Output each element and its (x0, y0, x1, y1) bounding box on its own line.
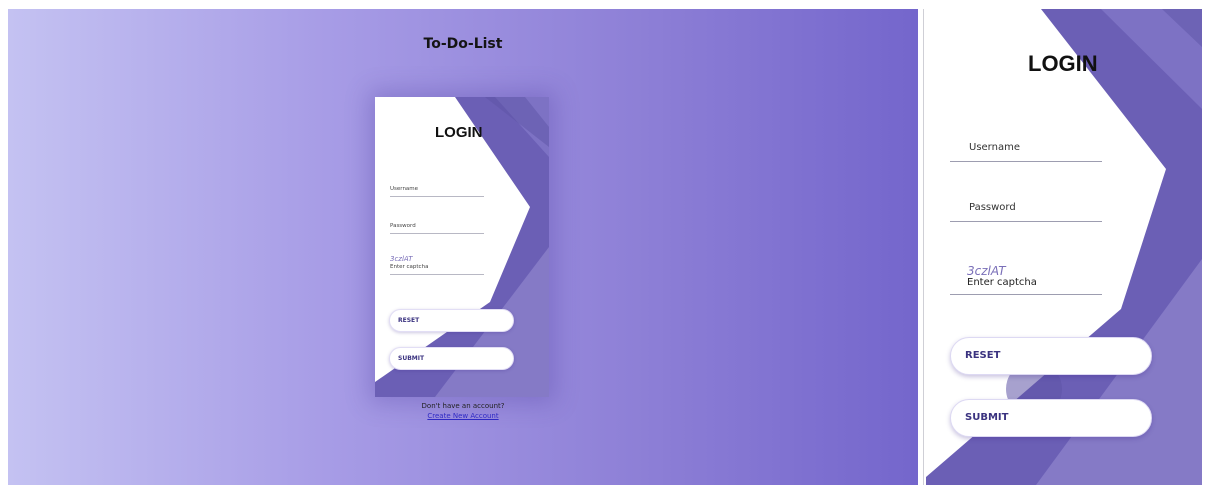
reset-button-zoomed[interactable]: RESET (950, 337, 1152, 375)
captcha-input[interactable]: Enter captcha (390, 264, 484, 275)
account-prompt: Don't have an account? (421, 402, 505, 410)
app-title: To-Do-List (423, 36, 503, 52)
create-account-link[interactable]: Create New Account (8, 412, 918, 420)
page-background: To-Do-List LOGIN Username Password 3czlA… (8, 9, 918, 485)
password-field-zoomed[interactable]: Password (950, 202, 1102, 222)
username-field[interactable]: Username (390, 186, 484, 197)
password-label-zoomed: Password (969, 202, 1016, 213)
submit-button-zoomed[interactable]: SUBMIT (950, 399, 1152, 437)
username-label: Username (390, 186, 419, 192)
submit-button[interactable]: SUBMIT (389, 347, 514, 370)
password-field[interactable]: Password (390, 223, 484, 234)
reset-button[interactable]: RESET (389, 309, 514, 332)
login-heading-zoomed: LOGIN (1028, 51, 1098, 76)
login-card-zoomed: LOGIN Username Password 3czlAT Enter cap… (926, 9, 1202, 485)
username-label-zoomed: Username (969, 142, 1020, 153)
password-label: Password (390, 223, 416, 229)
captcha-code: 3czlAT (390, 255, 413, 263)
panel-divider (923, 9, 924, 485)
username-field-zoomed[interactable]: Username (950, 142, 1102, 162)
login-card: LOGIN Username Password 3czlAT Enter cap… (375, 97, 549, 397)
captcha-code-zoomed: 3czlAT (967, 264, 1006, 278)
login-heading: LOGIN (435, 124, 483, 141)
captcha-input-zoomed[interactable]: Enter captcha (950, 277, 1102, 295)
